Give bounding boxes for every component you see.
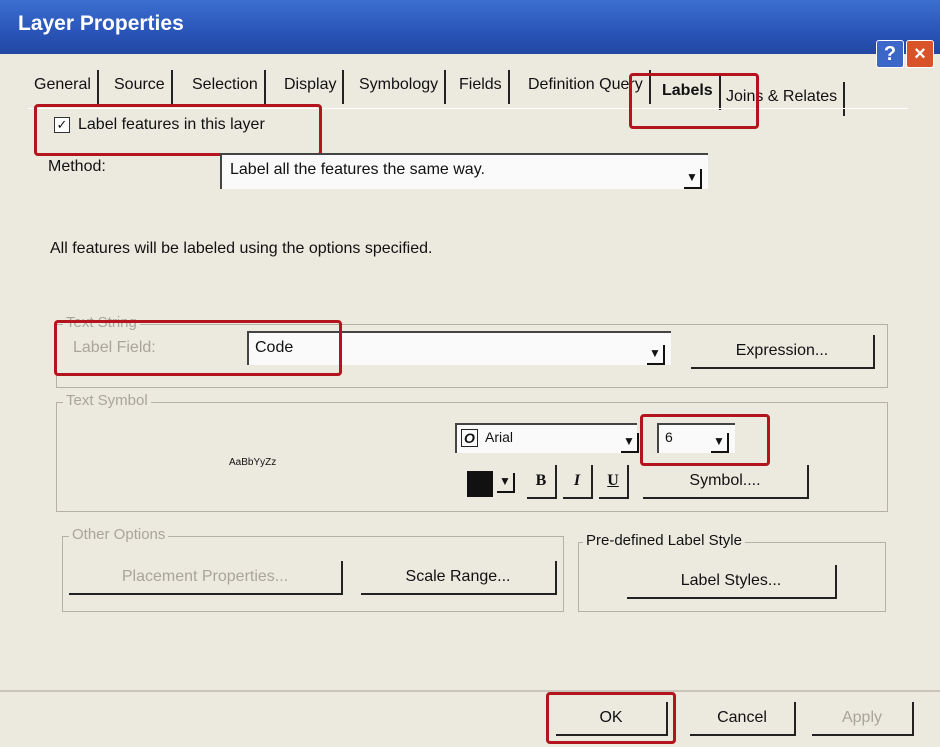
annotation-box-checkbox	[34, 104, 322, 156]
scale-range-button[interactable]: Scale Range...	[361, 561, 557, 595]
tab-fields[interactable]: Fields	[453, 70, 510, 104]
font-dropdown[interactable]: O Arial ▼	[455, 423, 639, 453]
method-label: Method:	[48, 158, 106, 175]
color-swatch[interactable]	[467, 471, 493, 497]
annotation-box-ok	[546, 692, 676, 744]
other-options-title: Other Options	[69, 526, 169, 543]
tab-general[interactable]: General	[28, 70, 99, 104]
symbol-button[interactable]: Symbol....	[643, 465, 809, 499]
underline-button[interactable]: U	[599, 465, 629, 499]
tab-symbology[interactable]: Symbology	[353, 70, 447, 104]
font-value: Arial	[485, 429, 514, 445]
other-options-group: Other Options Placement Properties... Sc…	[62, 526, 564, 612]
info-text: All features will be labeled using the o…	[50, 240, 433, 257]
apply-button[interactable]: Apply	[812, 702, 914, 736]
bold-button[interactable]: B	[527, 465, 557, 499]
title-bar[interactable]: Layer Properties ? ×	[0, 0, 940, 68]
italic-button[interactable]: I	[563, 465, 593, 499]
tab-selection[interactable]: Selection	[186, 70, 266, 104]
layer-properties-dialog: Layer Properties ? × General Source Sele…	[0, 0, 940, 747]
help-icon[interactable]: ?	[876, 40, 904, 68]
annotation-box-label-field	[54, 320, 342, 376]
method-value: Label all the features the same way.	[230, 161, 485, 178]
annotation-box-labels-tab	[629, 73, 759, 129]
label-styles-button[interactable]: Label Styles...	[627, 565, 837, 599]
text-symbol-title: Text Symbol	[63, 392, 151, 409]
predefined-style-group: Pre-defined Label Style Label Styles...	[578, 532, 886, 612]
expression-button[interactable]: Expression...	[691, 335, 875, 369]
annotation-box-font-size	[640, 414, 770, 466]
tab-display[interactable]: Display	[278, 70, 345, 104]
chevron-down-icon[interactable]: ▼	[684, 169, 702, 189]
chevron-down-icon[interactable]: ▼	[647, 345, 665, 365]
tab-source[interactable]: Source	[108, 70, 173, 104]
close-icon[interactable]: ×	[906, 40, 934, 68]
predefined-style-title: Pre-defined Label Style	[583, 532, 745, 549]
chevron-down-icon[interactable]: ▼	[621, 433, 639, 453]
footer-separator	[0, 690, 940, 692]
chevron-down-icon[interactable]: ▼	[497, 473, 515, 493]
window-title: Layer Properties	[18, 12, 184, 35]
placement-properties-button[interactable]: Placement Properties...	[69, 561, 343, 595]
method-dropdown[interactable]: Label all the features the same way. ▼	[220, 153, 708, 189]
text-symbol-preview: AaBbYyZz	[229, 457, 277, 468]
font-type-icon: O	[461, 429, 478, 447]
cancel-button[interactable]: Cancel	[690, 702, 796, 736]
